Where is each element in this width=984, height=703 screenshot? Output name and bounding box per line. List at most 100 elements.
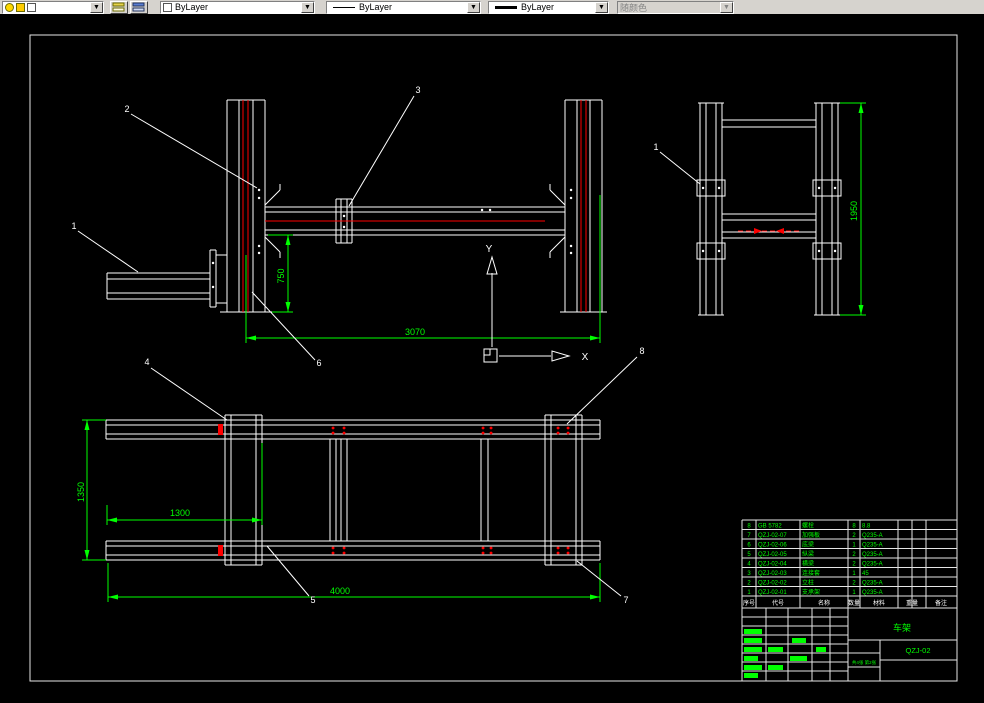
drawing-canvas[interactable]: 3070 750 1950 1350 1300 4000 2 3 1 6 1 4…	[0, 0, 984, 703]
linetype-dropdown[interactable]: ByLayer ▼	[326, 0, 481, 14]
callout-1-side: 1	[653, 142, 658, 152]
dim-plan-depth-label: 1350	[76, 482, 86, 502]
bom-row: 6 QZJ-02-06 底梁 1 Q235-A	[747, 541, 882, 549]
title-block: 序号 代号 名称 数量 材料 重量 备注 8 GB 5782 螺栓 8 8.8 …	[741, 519, 957, 681]
plot-style-dropdown-arrow: ▼	[720, 1, 733, 13]
object-properties-toolbar: ▼ ByLayer ▼ ByLayer ▼ ByLayer ▼ 随颜色 ▼	[0, 0, 984, 14]
bom-rows: 8 GB 5782 螺栓 8 8.8 7 QZJ-02-07 加强板 2 Q23…	[747, 522, 882, 597]
svg-text:2: 2	[852, 552, 856, 558]
bom-row: 5 QZJ-02-05 纵梁 2 Q235-A	[747, 550, 882, 558]
svg-text:8.8: 8.8	[862, 524, 871, 530]
svg-text:数量: 数量	[848, 599, 860, 607]
callout-8: 8	[639, 346, 644, 356]
bom-row: 3 QZJ-02-03 连接套 1 45	[747, 569, 869, 577]
svg-text:备注: 备注	[935, 599, 947, 607]
dim-plan-offset-label: 1300	[170, 508, 190, 518]
lineweight-value: ByLayer	[521, 2, 555, 12]
bom-header: 序号 代号 名称 数量 材料 重量 备注	[743, 599, 947, 607]
plot-style-value: 随颜色	[620, 2, 648, 13]
linetype-dropdown-arrow[interactable]: ▼	[467, 1, 480, 13]
svg-text:QZJ-02-02: QZJ-02-02	[758, 581, 787, 587]
ucs-icon: Y X	[483, 244, 589, 363]
color-dropdown-arrow[interactable]: ▼	[301, 1, 314, 13]
linetype-value: ByLayer	[359, 2, 393, 12]
bom-row: 7 QZJ-02-07 加强板 2 Q235-A	[747, 531, 882, 539]
svg-text:QZJ-02-03: QZJ-02-03	[758, 571, 787, 577]
layer-dropdown[interactable]: ▼	[2, 0, 104, 14]
layer-previous-button[interactable]	[130, 0, 148, 14]
svg-text:立柱: 立柱	[802, 579, 814, 587]
svg-text:材料: 材料	[873, 599, 885, 607]
layers-yellow-icon	[112, 2, 125, 11]
svg-text:2: 2	[747, 581, 751, 587]
sheet-border	[29, 34, 958, 682]
color-value: ByLayer	[175, 2, 209, 12]
svg-text:Q235-A: Q235-A	[862, 543, 883, 549]
svg-text:连接套: 连接套	[802, 569, 820, 577]
plot-style-dropdown: 随颜色 ▼	[617, 0, 734, 14]
svg-text:Q235-A: Q235-A	[862, 562, 883, 568]
lineweight-sample-icon	[495, 5, 517, 9]
svg-text:8: 8	[747, 524, 751, 530]
lineweight-dropdown[interactable]: ByLayer ▼	[488, 0, 609, 14]
svg-text:7: 7	[747, 533, 751, 539]
callout-7: 7	[623, 595, 628, 605]
svg-text:5: 5	[747, 552, 751, 558]
svg-text:横梁: 横梁	[802, 560, 814, 568]
callout-4: 4	[144, 357, 149, 367]
callout-1: 1	[71, 221, 76, 231]
layer-on-icon	[5, 2, 14, 12]
lineweight-dropdown-arrow[interactable]: ▼	[595, 1, 608, 13]
side-view	[696, 102, 842, 316]
svg-text:3: 3	[747, 571, 751, 577]
svg-text:QZJ-02-06: QZJ-02-06	[758, 543, 787, 549]
bom-row: 1 QZJ-02-01 支承架 1 Q235-A	[747, 588, 882, 596]
svg-text:QZJ-02-01: QZJ-02-01	[758, 590, 787, 596]
svg-text:QZJ-02-04: QZJ-02-04	[758, 562, 787, 568]
section-mark	[218, 545, 223, 556]
svg-text:重量: 重量	[906, 599, 918, 607]
svg-text:Q235-A: Q235-A	[862, 533, 883, 539]
layer-thaw-icon	[16, 2, 25, 12]
bom-row: 2 QZJ-02-02 立柱 2 Q235-A	[747, 579, 882, 587]
svg-text:加强板: 加强板	[802, 531, 820, 539]
application-window: ▼ ByLayer ▼ ByLayer ▼ ByLayer ▼ 随颜色 ▼ 30…	[0, 0, 984, 703]
current-color-swatch	[163, 2, 172, 12]
front-view	[106, 99, 607, 313]
dim-plan-length-label: 4000	[330, 586, 350, 596]
svg-text:名称: 名称	[818, 599, 830, 607]
callout-6: 6	[316, 358, 321, 368]
svg-text:1: 1	[852, 543, 856, 549]
svg-text:2: 2	[852, 533, 856, 539]
svg-text:QZJ-02-07: QZJ-02-07	[758, 533, 787, 539]
layer-color-swatch	[27, 2, 36, 12]
svg-text:1: 1	[852, 590, 856, 596]
ucs-y-label: Y	[486, 244, 493, 255]
callout-5: 5	[310, 595, 315, 605]
svg-text:8: 8	[852, 524, 856, 530]
make-layer-current-button[interactable]	[110, 0, 128, 14]
svg-text:支承架: 支承架	[802, 588, 820, 596]
svg-text:45: 45	[862, 571, 869, 577]
svg-text:Q235-A: Q235-A	[862, 581, 883, 587]
svg-text:螺栓: 螺栓	[802, 522, 814, 530]
callout-2: 2	[124, 104, 129, 114]
svg-text:代号: 代号	[772, 599, 784, 607]
dim-front-height-label: 750	[276, 268, 286, 283]
color-dropdown[interactable]: ByLayer ▼	[160, 0, 315, 14]
dim-side-height-label: 1950	[849, 201, 859, 221]
svg-text:1: 1	[747, 590, 751, 596]
svg-text:2: 2	[852, 562, 856, 568]
plan-view	[105, 414, 601, 566]
callouts: 2 3 1 6 1 4 8 5 7	[71, 85, 701, 605]
layer-dropdown-arrow[interactable]: ▼	[90, 1, 103, 13]
ucs-x-label: X	[582, 352, 589, 363]
svg-text:QZJ-02-05: QZJ-02-05	[758, 552, 787, 558]
bom-row: 4 QZJ-02-04 横梁 2 Q235-A	[747, 560, 882, 568]
linetype-sample-icon	[333, 6, 355, 8]
sheet-count: 共4张 第2张	[852, 659, 877, 666]
bom-row: 8 GB 5782 螺栓 8 8.8	[747, 522, 871, 530]
callout-3: 3	[415, 85, 420, 95]
layers-blue-icon	[132, 2, 145, 11]
svg-text:GB 5782: GB 5782	[758, 524, 782, 530]
